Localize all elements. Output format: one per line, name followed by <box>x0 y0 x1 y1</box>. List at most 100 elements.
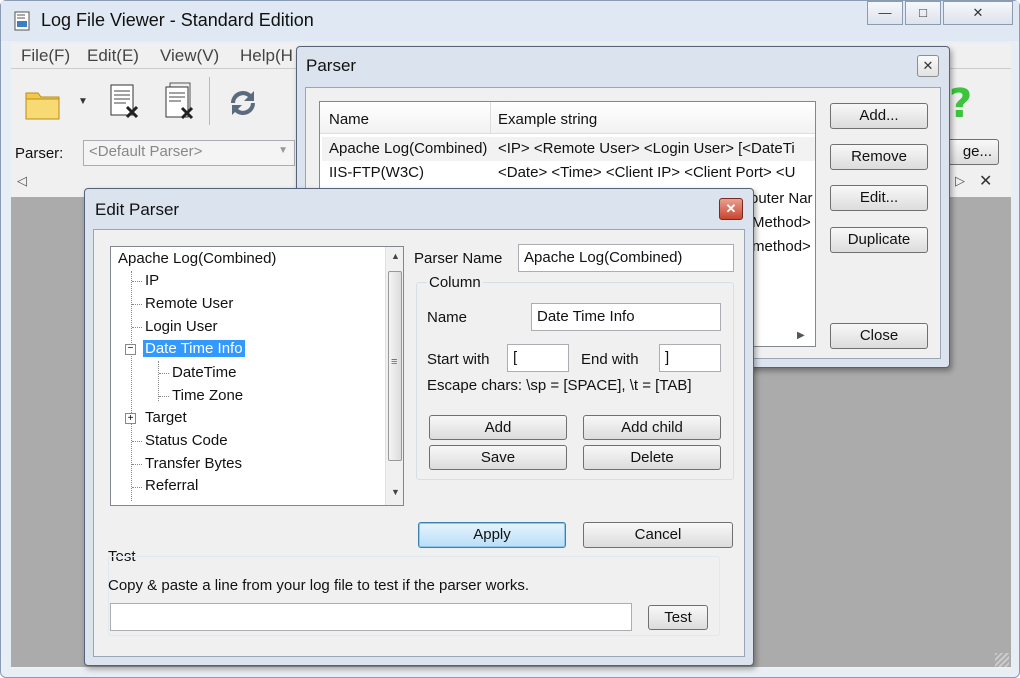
row-example: <IP> <Remote User> <Login User> [<DateTi <box>498 140 795 157</box>
manage-parser-button[interactable]: ge... <box>943 139 999 165</box>
refresh-icon <box>223 90 263 129</box>
test-hint-text: Copy & paste a line from your log file t… <box>108 577 530 594</box>
list-row[interactable]: IIS-FTP(W3C) <Date> <Time> <Client IP> <… <box>322 161 815 185</box>
tab-right-icon[interactable]: ▷ <box>955 173 965 189</box>
edit-parser-close-button[interactable]: ✕ <box>719 198 743 220</box>
close-file-button[interactable] <box>105 81 145 125</box>
close-all-icon <box>161 82 201 129</box>
add-child-button[interactable]: Add child <box>583 415 721 440</box>
tree-line <box>159 373 169 374</box>
scroll-down-icon[interactable]: ▼ <box>391 487 400 497</box>
refresh-button[interactable] <box>223 81 263 125</box>
edit-parser-body: Apache Log(Combined) IP Remote User Logi… <box>93 229 745 657</box>
tree-line <box>132 464 142 465</box>
test-button[interactable]: Test <box>648 605 708 630</box>
row-name: Apache Log(Combined) <box>329 140 488 157</box>
column-groupbox: Column Name Date Time Info Start with [ … <box>416 274 734 480</box>
tree-line <box>132 441 142 442</box>
column-add-button[interactable]: Add <box>429 415 567 440</box>
parser-edit-button[interactable]: Edit... <box>830 185 928 211</box>
tree-item-status-code[interactable]: Status Code <box>145 432 228 449</box>
parser-select[interactable]: <Default Parser> ▼ <box>83 140 295 166</box>
menu-help[interactable]: Help(H <box>240 46 293 66</box>
end-with-input[interactable]: ] <box>659 344 721 372</box>
row-example-partial: outer Nar <box>750 190 813 207</box>
expand-icon[interactable]: + <box>125 413 136 424</box>
parser-dialog-close-button[interactable]: ✕ <box>917 55 939 77</box>
close-file-icon <box>105 84 145 129</box>
column-header-example[interactable]: Example string <box>498 111 597 128</box>
parser-duplicate-button[interactable]: Duplicate <box>830 227 928 253</box>
start-with-label: Start with <box>427 351 490 368</box>
parser-list-header: Name Example string <box>320 102 815 134</box>
row-example-partial: Method> <box>752 214 811 231</box>
close-all-button[interactable] <box>161 81 201 125</box>
tree-item-target[interactable]: Target <box>145 409 187 426</box>
parser-label: Parser: <box>15 145 64 162</box>
parser-remove-button[interactable]: Remove <box>830 144 928 170</box>
list-row[interactable]: Apache Log(Combined) <IP> <Remote User> … <box>322 137 815 161</box>
toolbar-separator <box>209 77 210 125</box>
test-line-input[interactable] <box>110 603 632 631</box>
tree-line <box>132 304 142 305</box>
svg-text:?: ? <box>949 81 972 125</box>
parser-add-button[interactable]: Add... <box>830 103 928 129</box>
edit-parser-dialog: Edit Parser ✕ Apache Log(Combined) IP Re… <box>84 188 754 666</box>
start-with-input[interactable]: [ <box>507 344 569 372</box>
tree-root[interactable]: Apache Log(Combined) <box>118 250 276 267</box>
column-delete-button[interactable]: Delete <box>583 445 721 470</box>
parser-name-label: Parser Name <box>414 250 503 267</box>
collapse-icon[interactable]: − <box>125 344 136 355</box>
tree-item-datetime[interactable]: DateTime <box>172 364 236 381</box>
column-divider <box>490 102 491 134</box>
column-group-label: Column <box>427 274 483 291</box>
window-title: Log File Viewer - Standard Edition <box>41 10 314 30</box>
menu-view[interactable]: View(V) <box>160 46 219 66</box>
tree-item-login-user[interactable]: Login User <box>145 318 218 335</box>
menu-file[interactable]: File(F) <box>21 46 70 66</box>
tree-line <box>132 327 142 328</box>
open-folder-icon <box>23 92 63 129</box>
tab-close-icon[interactable]: ✕ <box>979 171 992 191</box>
scroll-up-icon[interactable]: ▲ <box>391 251 400 261</box>
close-window-button[interactable]: ✕ <box>943 1 1013 25</box>
row-name: IIS-FTP(W3C) <box>329 164 424 181</box>
tree-line <box>158 361 159 401</box>
parser-select-value: <Default Parser> <box>89 143 203 160</box>
name-label: Name <box>427 309 468 326</box>
tree-line <box>159 396 169 397</box>
menu-edit[interactable]: Edit(E) <box>87 46 139 66</box>
tab-left-icon[interactable]: ◁ <box>17 173 27 189</box>
grip-icon: ≡ <box>391 356 398 368</box>
column-save-button[interactable]: Save <box>429 445 567 470</box>
edit-parser-dialog-title: Edit Parser <box>95 200 180 219</box>
app-icon <box>13 11 33 31</box>
tree-item-date-time-info[interactable]: Date Time Info <box>143 340 245 357</box>
cancel-button[interactable]: Cancel <box>583 522 733 548</box>
tree-item-ip[interactable]: IP <box>145 272 159 289</box>
minimize-button[interactable]: — <box>867 1 903 25</box>
open-button[interactable] <box>23 81 63 125</box>
tree-item-remote-user[interactable]: Remote User <box>145 295 233 312</box>
resize-grip[interactable] <box>995 653 1009 667</box>
tree-item-time-zone[interactable]: Time Zone <box>172 387 243 404</box>
parser-close-button[interactable]: Close <box>830 323 928 349</box>
tree-line <box>131 271 132 501</box>
row-example: <Date> <Time> <Client IP> <Client Port> … <box>498 164 796 181</box>
parser-name-input[interactable]: Apache Log(Combined) <box>518 244 734 272</box>
apply-button[interactable]: Apply <box>418 522 566 548</box>
parser-dialog-title: Parser <box>306 56 357 75</box>
column-tree[interactable]: Apache Log(Combined) IP Remote User Logi… <box>110 246 404 506</box>
end-with-label: End with <box>581 351 639 368</box>
escape-chars-text: Escape chars: \sp = [SPACE], \t = [TAB] <box>427 377 692 394</box>
column-header-name[interactable]: Name <box>329 111 369 128</box>
maximize-button[interactable]: □ <box>905 1 941 25</box>
column-name-input[interactable]: Date Time Info <box>531 303 721 331</box>
tree-item-transfer-bytes[interactable]: Transfer Bytes <box>145 455 242 472</box>
dropdown-arrow-icon[interactable]: ▼ <box>78 96 88 107</box>
scroll-right-icon[interactable]: ▶ <box>797 330 805 341</box>
tree-scrollbar[interactable]: ▲ ≡ ▼ <box>385 247 403 505</box>
scroll-thumb[interactable]: ≡ <box>388 271 402 461</box>
title-bar: Log File Viewer - Standard Edition — □ ✕ <box>1 1 1019 41</box>
tree-item-referral[interactable]: Referral <box>145 477 198 494</box>
